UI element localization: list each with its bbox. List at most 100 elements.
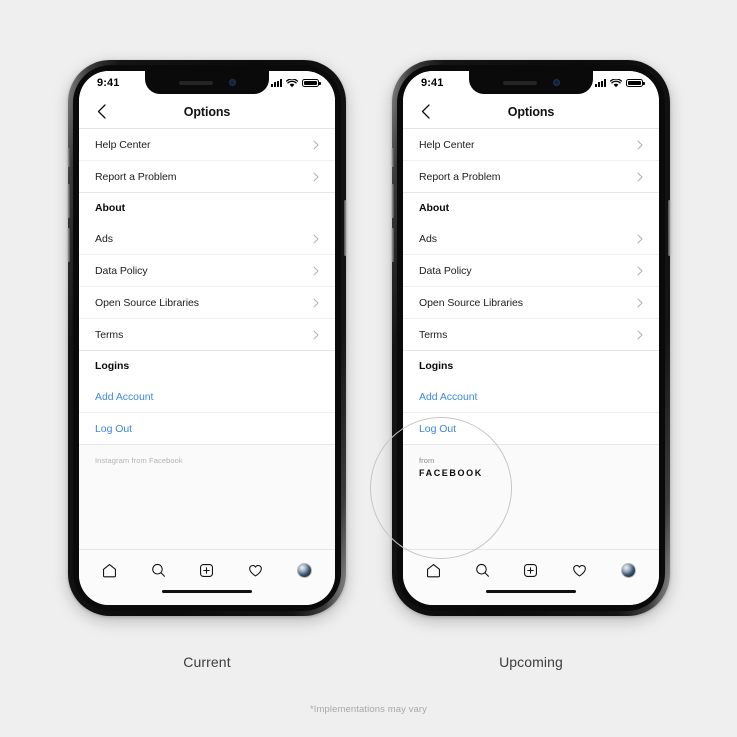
section-header-about: About xyxy=(403,193,659,223)
list-item-label: Terms xyxy=(419,328,448,341)
home-icon xyxy=(426,563,440,577)
front-camera-icon xyxy=(228,79,236,86)
list-item-label: Terms xyxy=(95,328,124,341)
list-item-report-a-problem[interactable]: Report a Problem xyxy=(403,161,659,192)
list-item-label: Help Center xyxy=(419,138,475,151)
branding-footer-upcoming: from FACEBOOK xyxy=(403,444,659,549)
chevron-right-icon xyxy=(635,297,645,308)
tab-home[interactable] xyxy=(97,558,121,582)
profile-avatar-icon xyxy=(297,562,313,578)
list-item-data-policy[interactable]: Data Policy xyxy=(79,255,335,287)
chevron-left-icon[interactable] xyxy=(93,104,109,120)
home-indicator[interactable] xyxy=(162,590,252,593)
list-section-support: Help Center Report a Problem xyxy=(403,129,659,192)
tab-profile[interactable] xyxy=(293,558,317,582)
list-item-label: Help Center xyxy=(95,138,151,151)
options-list-upcoming: Help Center Report a Problem About Ads D… xyxy=(403,129,659,549)
volume-up-button[interactable] xyxy=(67,184,70,218)
tab-add-post[interactable] xyxy=(519,558,543,582)
search-icon xyxy=(475,563,489,577)
battery-full-icon xyxy=(302,78,321,88)
chevron-right-icon xyxy=(635,329,645,340)
nav-header: Options xyxy=(79,95,335,129)
branding-footer-current: Instagram from Facebook xyxy=(79,444,335,549)
list-item-label: Open Source Libraries xyxy=(95,296,200,309)
home-indicator[interactable] xyxy=(486,590,576,593)
status-bar-clock: 9:41 xyxy=(421,77,444,89)
chevron-right-icon xyxy=(311,329,321,340)
silence-switch-button[interactable] xyxy=(391,148,394,167)
tab-search[interactable] xyxy=(146,558,170,582)
branding-facebook-wordmark: FACEBOOK xyxy=(419,468,483,478)
tab-activity[interactable] xyxy=(568,558,592,582)
volume-down-button[interactable] xyxy=(67,228,70,262)
list-item-terms[interactable]: Terms xyxy=(79,319,335,350)
branding-from-label: from xyxy=(419,456,435,465)
list-item-log-out[interactable]: Log Out xyxy=(403,413,659,444)
section-header-logins: Logins xyxy=(79,351,335,381)
tab-search[interactable] xyxy=(470,558,494,582)
list-section-about: About Ads Data Policy Open Source Librar… xyxy=(403,192,659,350)
branding-text: Instagram from Facebook xyxy=(95,456,183,465)
list-item-label: Log Out xyxy=(419,422,457,435)
list-item-add-account[interactable]: Add Account xyxy=(403,381,659,413)
chevron-right-icon xyxy=(635,171,645,182)
chevron-right-icon xyxy=(635,233,645,244)
device-notch xyxy=(469,71,593,94)
volume-down-button[interactable] xyxy=(391,228,394,262)
chevron-right-icon xyxy=(635,265,645,276)
list-item-label: Log Out xyxy=(95,422,133,435)
list-item-open-source-libraries[interactable]: Open Source Libraries xyxy=(79,287,335,319)
front-camera-icon xyxy=(552,79,560,86)
earpiece-speaker-icon xyxy=(502,80,537,85)
nav-header: Options xyxy=(403,95,659,129)
silence-switch-button[interactable] xyxy=(67,148,70,167)
heart-activity-icon xyxy=(573,564,587,576)
tab-profile[interactable] xyxy=(617,558,641,582)
bottom-tab-bar xyxy=(79,549,335,590)
phone-screen-current: 9:41 Options Help Center Report a Proble… xyxy=(79,71,335,605)
volume-up-button[interactable] xyxy=(391,184,394,218)
status-bar-indicators xyxy=(271,78,321,88)
comparison-canvas: 9:41 Options Help Center Report a Proble… xyxy=(0,0,737,737)
add-post-icon xyxy=(524,563,538,577)
page-title: Options xyxy=(183,104,231,119)
disclaimer-text: *Implementations may vary xyxy=(309,704,428,715)
list-item-terms[interactable]: Terms xyxy=(403,319,659,350)
list-item-label: Data Policy xyxy=(419,264,472,277)
tab-add-post[interactable] xyxy=(195,558,219,582)
list-item-open-source-libraries[interactable]: Open Source Libraries xyxy=(403,287,659,319)
list-item-add-account[interactable]: Add Account xyxy=(79,381,335,413)
chevron-right-icon xyxy=(311,297,321,308)
options-list-current: Help Center Report a Problem About Ads D… xyxy=(79,129,335,549)
tab-activity[interactable] xyxy=(244,558,268,582)
list-item-help-center[interactable]: Help Center xyxy=(403,129,659,161)
home-indicator-area xyxy=(403,590,659,605)
list-section-logins: Logins Add Account Log Out xyxy=(403,350,659,444)
list-item-log-out[interactable]: Log Out xyxy=(79,413,335,444)
list-item-report-a-problem[interactable]: Report a Problem xyxy=(79,161,335,192)
chevron-right-icon xyxy=(311,265,321,276)
list-item-label: Data Policy xyxy=(95,264,148,277)
list-item-help-center[interactable]: Help Center xyxy=(79,129,335,161)
section-header-label: About xyxy=(95,202,126,214)
section-header-label: Logins xyxy=(95,360,130,372)
status-bar-indicators xyxy=(595,78,645,88)
chevron-right-icon xyxy=(311,233,321,244)
wifi-icon xyxy=(286,78,298,87)
wifi-icon xyxy=(610,78,622,87)
chevron-left-icon[interactable] xyxy=(417,104,433,120)
power-button[interactable] xyxy=(668,200,671,256)
phone-mockup-current: 9:41 Options Help Center Report a Proble… xyxy=(67,60,347,616)
tab-home[interactable] xyxy=(421,558,445,582)
section-header-logins: Logins xyxy=(403,351,659,381)
bottom-tab-bar xyxy=(403,549,659,590)
page-title: Options xyxy=(507,104,555,119)
heart-activity-icon xyxy=(249,564,263,576)
power-button[interactable] xyxy=(344,200,347,256)
list-item-ads[interactable]: Ads xyxy=(79,223,335,255)
list-item-data-policy[interactable]: Data Policy xyxy=(403,255,659,287)
phone-mockup-upcoming: 9:41 Options Help Center Report a Proble… xyxy=(391,60,671,616)
list-item-ads[interactable]: Ads xyxy=(403,223,659,255)
list-item-label: Ads xyxy=(419,232,437,245)
